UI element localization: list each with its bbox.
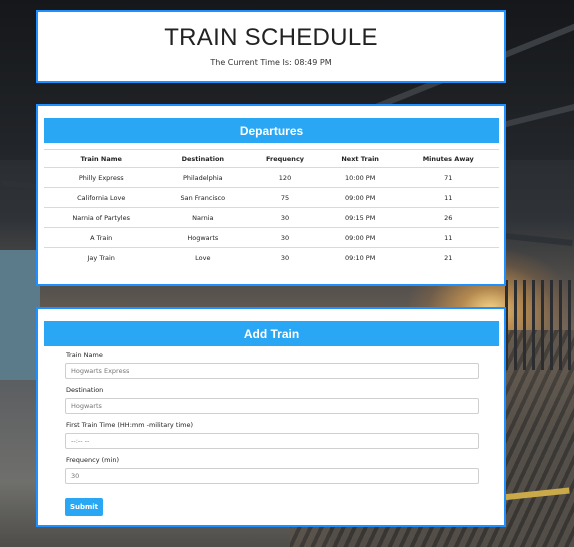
cell-minutes-away: 26 bbox=[397, 207, 499, 228]
train-name-label: Train Name bbox=[66, 351, 103, 359]
column-header: Minutes Away bbox=[397, 149, 499, 168]
cell-minutes-away: 21 bbox=[397, 247, 499, 268]
first-train-time-label: First Train Time (HH:mm -military time) bbox=[66, 421, 194, 429]
cell-frequency: 30 bbox=[247, 207, 323, 228]
cell-frequency: 120 bbox=[247, 167, 323, 188]
cell-next-train: 09:00 PM bbox=[322, 187, 398, 208]
column-header: Frequency bbox=[247, 149, 323, 168]
cell-destination: Philadelphia bbox=[158, 167, 248, 188]
table-row: Philly Express Philadelphia 120 10:00 PM… bbox=[44, 167, 499, 188]
cell-destination: Narnia bbox=[158, 207, 248, 228]
table-row: Jay Train Love 30 09:10 PM 21 bbox=[44, 247, 499, 268]
table-row: A Train Hogwarts 30 09:00 PM 11 bbox=[44, 227, 499, 248]
cell-train-name: Narnia of Partyles bbox=[44, 207, 159, 228]
column-header: Destination bbox=[158, 149, 248, 168]
departures-table: Train Name Destination Frequency Next Tr… bbox=[44, 149, 499, 268]
cell-frequency: 75 bbox=[247, 187, 323, 208]
cell-minutes-away: 11 bbox=[397, 187, 499, 208]
column-header: Next Train bbox=[322, 149, 398, 168]
cell-minutes-away: 71 bbox=[397, 167, 499, 188]
cell-train-name: A Train bbox=[44, 227, 159, 248]
add-train-panel: Add Train Train Name Destination First T… bbox=[36, 307, 506, 527]
frequency-input[interactable] bbox=[65, 468, 479, 484]
cell-destination: Hogwarts bbox=[158, 227, 248, 248]
destination-input[interactable] bbox=[65, 398, 479, 414]
first-train-time-input[interactable] bbox=[65, 433, 479, 449]
departures-panel: Departures Train Name Destination Freque… bbox=[36, 104, 506, 286]
cell-frequency: 30 bbox=[247, 247, 323, 268]
cell-next-train: 09:10 PM bbox=[322, 247, 398, 268]
cell-train-name: California Love bbox=[44, 187, 159, 208]
frequency-label: Frequency (min) bbox=[66, 456, 119, 464]
cell-next-train: 09:15 PM bbox=[322, 207, 398, 228]
cell-next-train: 10:00 PM bbox=[322, 167, 398, 188]
add-train-title: Add Train bbox=[44, 321, 499, 346]
table-row: Narnia of Partyles Narnia 30 09:15 PM 26 bbox=[44, 207, 499, 228]
cell-train-name: Philly Express bbox=[44, 167, 159, 188]
table-row: California Love San Francisco 75 09:00 P… bbox=[44, 187, 499, 208]
column-header: Train Name bbox=[44, 149, 159, 168]
header-panel: TRAIN SCHEDULE The Current Time Is: 08:4… bbox=[36, 10, 506, 83]
cell-destination: San Francisco bbox=[158, 187, 248, 208]
table-header-row: Train Name Destination Frequency Next Tr… bbox=[44, 149, 499, 168]
cell-next-train: 09:00 PM bbox=[322, 227, 398, 248]
cell-destination: Love bbox=[158, 247, 248, 268]
destination-label: Destination bbox=[66, 386, 104, 394]
cell-frequency: 30 bbox=[247, 227, 323, 248]
submit-button[interactable]: Submit bbox=[65, 498, 103, 516]
current-time: The Current Time Is: 08:49 PM bbox=[210, 58, 332, 67]
train-name-input[interactable] bbox=[65, 363, 479, 379]
cell-minutes-away: 11 bbox=[397, 227, 499, 248]
page-title: TRAIN SCHEDULE bbox=[164, 24, 378, 51]
departures-title: Departures bbox=[44, 118, 499, 143]
cell-train-name: Jay Train bbox=[44, 247, 159, 268]
